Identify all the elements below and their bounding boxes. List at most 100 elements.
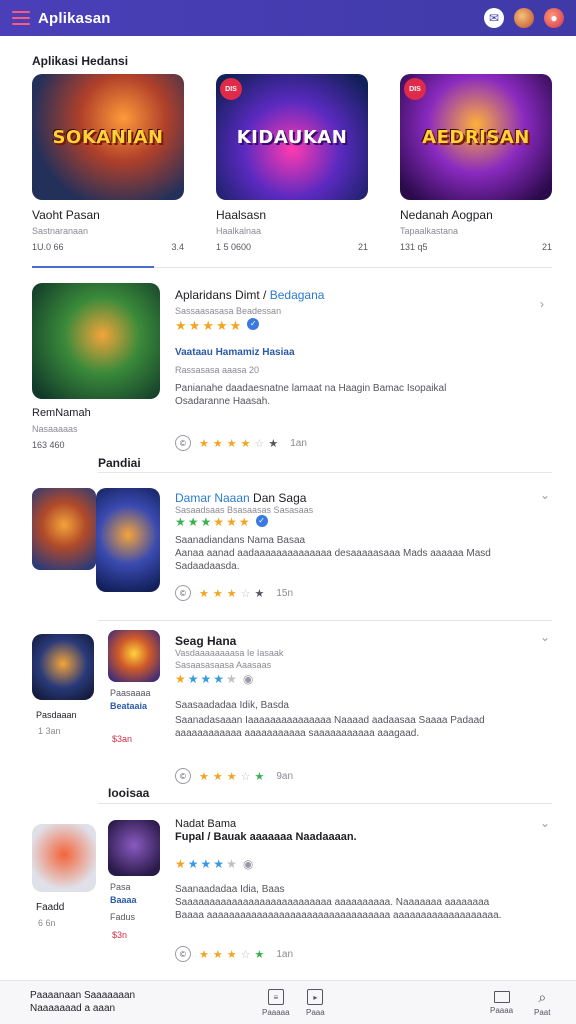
document-icon: ≡ (267, 989, 284, 1005)
desc-line: Osadaranne Haasah. (175, 396, 271, 407)
app-description: Aanaa aanad aadaaaaaaaaaaaaaa desaaaaasa… (175, 547, 491, 573)
featured-card[interactable]: DIS AEDRISAN Nedanah Aogpan Tapaalkastan… (400, 74, 552, 252)
section-title: Pandiai (98, 456, 141, 470)
rating-line: © ★ ★ ★ ☆ ★ 15n (175, 585, 293, 601)
list-item[interactable]: Faadd 6 6n Pasa Baaaa Fadus $3n Nadat Ba… (32, 816, 552, 968)
nav-item-label: Paaaaa (262, 1008, 290, 1017)
app-title-blue: Damar Naaan (175, 491, 250, 505)
info-icon[interactable]: © (175, 585, 191, 601)
carousel-indicator (32, 266, 154, 268)
desc-line: Baaaa aaaaaaaaaaaaaaaaaaaaaaaaaaaaaaaaa … (175, 910, 502, 921)
list-item[interactable]: Aplaridans Dimt / Bedagana Sassaasasasa … (32, 283, 552, 463)
app-thumbnail[interactable] (32, 824, 96, 892)
chat-icon[interactable]: ✉ (484, 8, 504, 28)
app-caption-mid-sub: Fadus (110, 912, 136, 922)
app-caption-sub: Nasaaaaas (32, 424, 78, 434)
app-caption-blue: Beataaia (110, 701, 148, 711)
avatar-icon[interactable] (514, 8, 534, 28)
featured-badge: DIS (220, 78, 242, 100)
divider (98, 620, 552, 621)
app-caption: Pasdaaan (36, 710, 77, 720)
app-title-blue: Bedagana (269, 288, 325, 302)
chevron-down-icon[interactable]: ⌄ (540, 816, 550, 830)
app-description: Saaaaaaaaaaaaaaaaaaaaaaaaaaa aaaaaaaaaa.… (175, 896, 501, 922)
rating-stars: ★ ★ ★ ★ ★ ★ ✓ (175, 515, 268, 529)
app-thumbnail[interactable] (108, 820, 160, 876)
app-highlight: Vaataau Hamamiz Hasiaa (175, 347, 295, 358)
rating-stars: ★ ★ ★ ★ ★ ✓ (175, 318, 260, 334)
featured-card-sub: Tapaalkastana (400, 226, 459, 236)
desc-line: Aanaa aanad aadaaaaaaaaaaaaaa desaaaaasa… (175, 548, 491, 559)
nav-item-label: Paaaa (490, 1006, 514, 1015)
desc-line: Saaaaaaaaaaaaaaaaaaaaaaaaaaa aaaaaaaaaa.… (175, 897, 490, 908)
featured-card-image[interactable]: DIS AEDRISAN (400, 74, 552, 200)
nav-item[interactable]: Paaaa (490, 989, 513, 1015)
featured-card-sub: Haalkalnaa (216, 226, 262, 236)
featured-card-image[interactable]: SOKANIAN (32, 74, 184, 200)
app-title: Damar Naaan Dan Saga (175, 491, 306, 505)
chevron-right-icon[interactable]: › (540, 297, 544, 311)
app-subtitle-2: Sasaasasaasa Aaasaas (175, 660, 272, 670)
app-price: $3an (112, 734, 133, 744)
featured-card-name: Nedanah Aogpan (400, 208, 493, 222)
rating-line: © ★ ★ ★ ☆ ★ 9an (175, 768, 293, 784)
app-thumbnail[interactable] (32, 634, 94, 700)
featured-art-text: SOKANIAN (52, 126, 164, 148)
app-title-2: Fupal / Bauak aaaaaaa Naadaaaan. (175, 831, 357, 843)
chevron-down-icon[interactable]: ⌄ (540, 488, 550, 502)
app-title: Aplikasan (38, 9, 111, 27)
app-thumbnail[interactable] (108, 630, 160, 682)
featured-card-meta-right: 3.4 (171, 242, 184, 252)
info-icon[interactable]: © (175, 435, 191, 451)
nav-item[interactable]: ▸ Paaa (306, 989, 325, 1017)
featured-section-title: Aplikasi Hedansi (32, 54, 129, 68)
bottom-nav: Paaaanaan Saaaaaaan Naaaaaaad a aaan ≡ P… (0, 980, 576, 1024)
featured-card-meta: 1U.0 66 3.4 (32, 242, 184, 252)
app-description: Panianahe daadaesnatne lamaat na Haagin … (175, 382, 446, 408)
rating-time: 1an (290, 437, 307, 449)
menu-icon[interactable] (12, 11, 30, 25)
play-icon: ▸ (307, 989, 324, 1005)
search-icon: ⌕ (538, 988, 547, 1005)
featured-card-sub: Sastnaranaan (32, 226, 89, 236)
list-item[interactable]: Damar Naaan Dan Saga Sasaadsaas Bsasaasa… (32, 488, 552, 608)
info-icon[interactable]: © (175, 946, 191, 962)
app-caption: Faadd (36, 902, 65, 913)
rating-time: 9an (276, 770, 294, 782)
app-caption-mid: Pasa (110, 882, 131, 892)
rating-time: 15n (276, 587, 294, 599)
featured-art-text: KIDAUKAN (236, 126, 348, 148)
list-item[interactable]: Pasdaaan 1 3an Paasaaaa Beataaia $3an Se… (32, 630, 552, 790)
bottom-nav-info: Paaaanaan Saaaaaaan Naaaaaaad a aaan (30, 989, 135, 1015)
featured-card-meta-left: 131 q5 (400, 242, 428, 252)
featured-badge: DIS (404, 78, 426, 100)
verified-icon: ✓ (247, 318, 260, 330)
app-caption-blue: Baaaa (110, 895, 137, 905)
nav-item[interactable]: ≡ Paaaaa (262, 989, 290, 1017)
app-description-title: Saanaadadaa Idia, Baas (175, 884, 285, 895)
nav-item-label: Paaa (306, 1008, 325, 1017)
app-subtitle: Vasdaaaaaaaasa Ie Iasaak (175, 648, 284, 658)
rating-time: 1an (276, 948, 294, 960)
divider (98, 803, 552, 804)
notification-icon[interactable]: ● (544, 8, 564, 28)
featured-card-meta-left: 1 5 0600 (216, 242, 252, 252)
featured-card[interactable]: DIS KIDAUKAN Haalsasn Haalkalnaa 1 5 060… (216, 74, 368, 252)
featured-card-meta-right: 21 (541, 242, 552, 252)
featured-card[interactable]: SOKANIAN Vaoht Pasan Sastnaranaan 1U.0 6… (32, 74, 184, 252)
app-title-text: Aplaridans Dimt / (175, 288, 267, 302)
app-thumbnail[interactable] (96, 488, 160, 592)
app-thumbnail[interactable] (32, 488, 96, 570)
featured-card-image[interactable]: DIS KIDAUKAN (216, 74, 368, 200)
app-caption-sub: 6 6n (38, 918, 56, 928)
info-icon[interactable]: © (175, 768, 191, 784)
featured-carousel: SOKANIAN Vaoht Pasan Sastnaranaan 1U.0 6… (32, 74, 552, 252)
app-thumbnail[interactable] (32, 283, 160, 399)
app-price: $3n (112, 930, 128, 940)
app-title: Nadat Bama (175, 818, 237, 830)
chevron-down-icon[interactable]: ⌄ (540, 630, 550, 644)
folder-icon (493, 991, 510, 1003)
nav-item[interactable]: ⌕ Paat (534, 988, 550, 1018)
bottom-nav-info-line: Paaaanaan Saaaaaaan (30, 990, 136, 1001)
app-subtitle-2: Rassasasa aaasa 20 (175, 365, 260, 375)
